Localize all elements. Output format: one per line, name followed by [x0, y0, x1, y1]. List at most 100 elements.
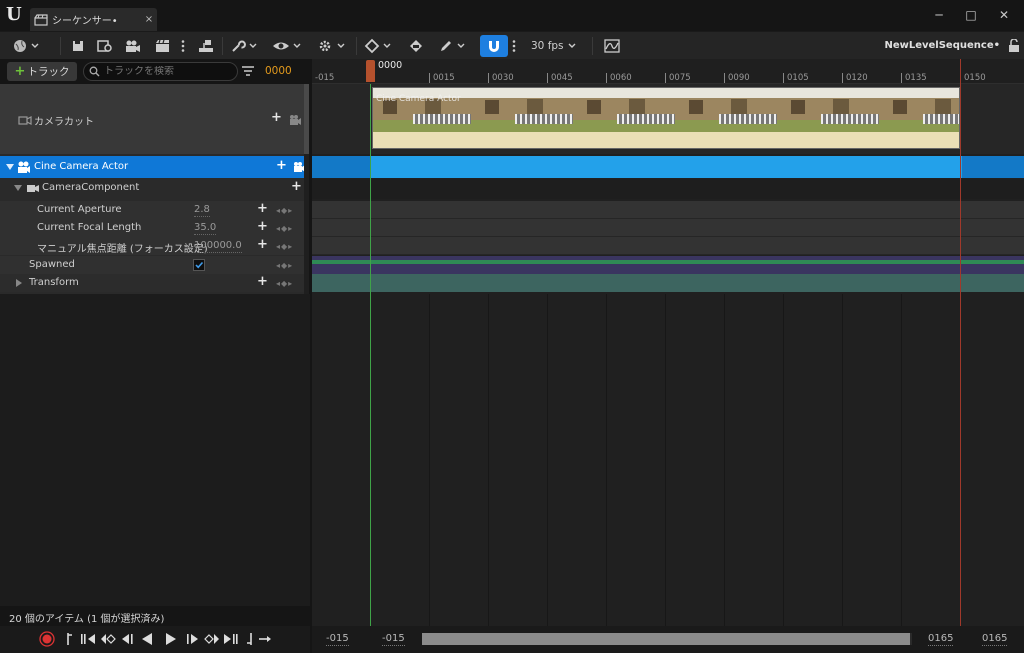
chevron-down-icon[interactable] — [14, 185, 22, 191]
skip-back-icon — [81, 634, 95, 644]
range-scrollbar[interactable] — [422, 633, 912, 645]
key-options-button[interactable] — [364, 35, 391, 57]
grid-line — [724, 294, 725, 626]
camera-lock-icon[interactable] — [289, 114, 302, 126]
key-navigation-icon[interactable]: ◂◆▸ — [276, 224, 293, 233]
camera-button[interactable] — [124, 35, 142, 57]
toolbar-divider — [60, 37, 61, 55]
tab-sequencer[interactable]: シーケンサー• × — [30, 8, 157, 31]
range-scrollbar-thumb[interactable] — [422, 633, 910, 645]
track-row-camera-component[interactable]: CameraComponent + — [0, 179, 304, 197]
next-frame-button[interactable] — [222, 631, 240, 647]
timeline-ruler[interactable]: -015 0015 0030 0045 0060 0075 0090 0105 … — [312, 59, 1024, 84]
track-row-camera-cut[interactable]: カメラカット + — [0, 84, 304, 154]
chevron-down-icon — [383, 43, 391, 48]
spawned-lane[interactable] — [312, 256, 1024, 274]
transform-lane[interactable] — [312, 274, 1024, 292]
previous-key-button[interactable] — [99, 631, 117, 647]
actions-button[interactable] — [196, 35, 216, 57]
add-key-button[interactable]: + — [257, 274, 268, 289]
world-menu-button[interactable] — [12, 35, 39, 57]
track-label: Current Focal Length — [37, 222, 142, 233]
fill-key-button[interactable] — [408, 35, 424, 57]
jump-to-end-button[interactable] — [243, 631, 255, 647]
track-search-box[interactable] — [83, 62, 238, 81]
save-icon — [73, 41, 83, 51]
key-navigation-icon[interactable]: ◂◆▸ — [276, 242, 293, 251]
view-options-button[interactable] — [272, 35, 301, 57]
track-row-cine-camera-actor[interactable]: Cine Camera Actor + — [0, 156, 305, 178]
track-row-transform[interactable]: Transform + ◂◆▸ — [0, 274, 304, 292]
sequencer-toolbar: 30 fps NewLevelSequence• — [0, 31, 1024, 59]
playhead-handle[interactable] — [366, 60, 375, 82]
aperture-value-field[interactable]: 2.8 — [194, 204, 210, 217]
playback-end-marker[interactable] — [960, 59, 961, 626]
curve-editor-button[interactable] — [603, 35, 621, 57]
record-button[interactable] — [39, 631, 55, 647]
add-track-button[interactable]: + トラック — [7, 62, 77, 81]
key-navigation-icon[interactable]: ◂◆▸ — [276, 206, 293, 215]
playback-start-marker[interactable] — [370, 84, 371, 626]
previous-frame-button[interactable] — [79, 631, 97, 647]
focal-length-value-field[interactable]: 35.0 — [194, 222, 217, 235]
play-reverse-button[interactable] — [139, 631, 155, 647]
add-key-button[interactable]: + — [257, 237, 268, 252]
snap-options-button[interactable] — [511, 35, 517, 57]
track-row-spawned[interactable]: Spawned ◂◆▸ — [0, 256, 304, 274]
tab-close-icon[interactable]: × — [141, 14, 157, 25]
track-row-manual-focus-distance[interactable]: マニュアル焦点距離 (フォーカス設定) 100000.0 + ◂◆▸ — [0, 237, 304, 255]
playback-options-button[interactable] — [316, 35, 345, 57]
working-end-field[interactable]: 0165 — [928, 633, 954, 646]
more-options-button[interactable] — [180, 35, 186, 57]
working-start-field[interactable]: -015 — [382, 633, 405, 646]
frame-rate-dropdown[interactable]: 30 fps — [531, 35, 564, 57]
step-forward-button[interactable] — [185, 631, 201, 647]
next-key-button[interactable] — [203, 631, 221, 647]
cine-camera-section[interactable] — [370, 156, 962, 178]
add-button[interactable]: + — [276, 158, 287, 173]
close-window-button[interactable]: ✕ — [992, 5, 1016, 25]
manual-focus-lane[interactable] — [312, 237, 1024, 255]
chevron-right-icon[interactable] — [16, 279, 22, 287]
step-back-button[interactable] — [119, 631, 135, 647]
add-button[interactable]: + — [271, 110, 282, 125]
spawned-checkbox[interactable] — [193, 259, 205, 271]
track-row-current-aperture[interactable]: Current Aperture 2.8 + ◂◆▸ — [0, 201, 304, 219]
track-row-current-focal-length[interactable]: Current Focal Length 35.0 + ◂◆▸ — [0, 219, 304, 237]
track-list-scrollbar[interactable] — [304, 84, 309, 154]
aperture-lane[interactable] — [312, 201, 1024, 219]
tools-menu-button[interactable] — [230, 35, 257, 57]
snap-toggle-button[interactable] — [480, 35, 508, 57]
curve-editor-icon — [604, 39, 620, 53]
globe-icon — [14, 40, 26, 52]
minimize-button[interactable]: ─ — [927, 5, 951, 25]
view-end-field[interactable]: 0165 — [982, 633, 1008, 646]
loop-button[interactable] — [257, 631, 273, 647]
lock-button[interactable] — [1008, 35, 1020, 57]
jump-to-start-icon — [67, 633, 72, 645]
chevron-down-icon[interactable] — [6, 164, 14, 170]
cine-camera-lane — [312, 156, 1024, 178]
render-movie-button[interactable] — [154, 35, 172, 57]
play-button[interactable] — [163, 631, 179, 647]
manual-focus-value-field[interactable]: 100000.0 — [194, 240, 242, 253]
save-button[interactable] — [70, 35, 86, 57]
filter-icon[interactable] — [241, 64, 255, 78]
maximize-button[interactable]: □ — [959, 5, 983, 25]
kebab-menu-icon — [181, 40, 185, 52]
add-button[interactable]: + — [291, 179, 302, 194]
find-asset-button[interactable] — [96, 35, 114, 57]
jump-to-start-button[interactable] — [64, 631, 76, 647]
add-key-button[interactable]: + — [257, 201, 268, 216]
edit-key-button[interactable] — [438, 35, 465, 57]
add-key-button[interactable]: + — [257, 219, 268, 234]
timeline-track-area[interactable]: Cine Camera Actor — [312, 84, 1024, 626]
key-navigation-icon[interactable]: ◂◆▸ — [276, 279, 293, 288]
frame-rate-chevron[interactable] — [565, 35, 576, 57]
track-label: Cine Camera Actor — [34, 161, 129, 172]
focal-length-lane[interactable] — [312, 219, 1024, 237]
key-navigation-icon[interactable]: ◂◆▸ — [276, 261, 293, 270]
search-input[interactable] — [104, 66, 234, 77]
current-frame-field[interactable]: 0000 — [265, 62, 292, 81]
view-start-field[interactable]: -015 — [326, 633, 349, 646]
